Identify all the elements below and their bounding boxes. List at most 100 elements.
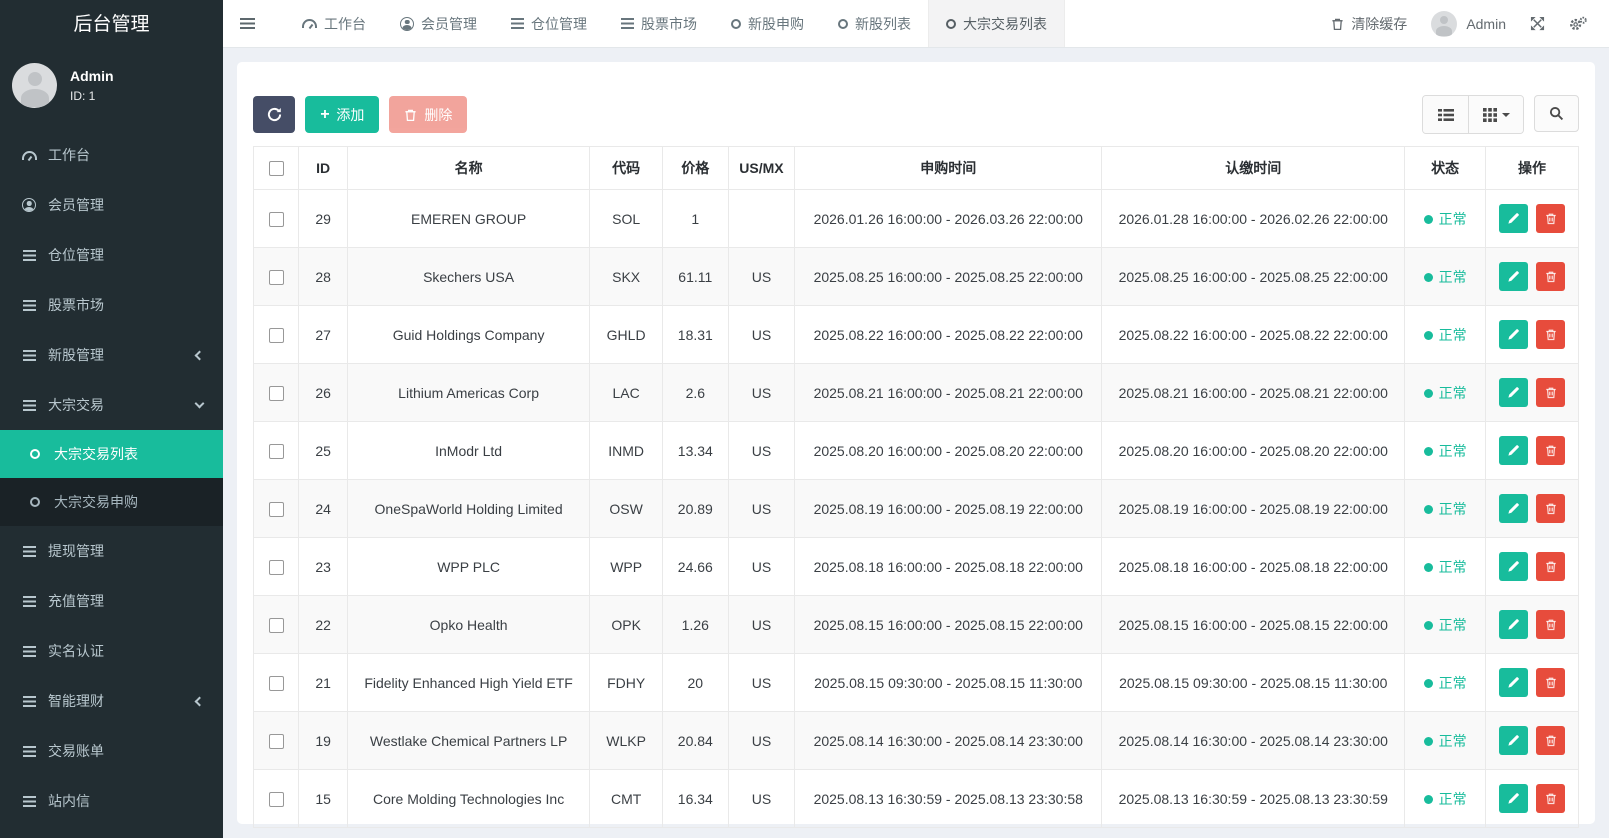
sidebar-menu-item[interactable]: 交易账单 [0,726,223,776]
row-checkbox[interactable] [269,502,284,517]
caret-down-icon [1502,113,1510,117]
edit-row-button[interactable] [1499,784,1528,813]
delete-button[interactable]: 删除 [389,96,467,133]
sidebar-menu-item[interactable]: 会员管理 [0,180,223,230]
topnav-tab[interactable]: 工作台 [285,0,383,47]
tab-icon [838,19,848,29]
delete-row-button[interactable] [1536,784,1565,813]
delete-row-button[interactable] [1536,726,1565,755]
delete-row-button[interactable] [1536,552,1565,581]
columns-dropdown-button[interactable] [1468,96,1523,133]
cell-actions [1486,422,1579,480]
search-button[interactable] [1534,95,1579,132]
navbar-right: 清除缓存 Admin [1331,0,1609,47]
tab-label: 新股申购 [748,14,804,34]
cell-market: US [728,480,795,538]
edit-row-button[interactable] [1499,320,1528,349]
delete-row-button[interactable] [1536,320,1565,349]
topnav-tab[interactable]: 股票市场 [604,0,714,47]
status-badge: 正常 [1439,559,1467,575]
cell-apply-time: 2025.08.15 09:30:00 - 2025.08.15 11:30:0… [795,654,1102,712]
settings-button[interactable] [1569,16,1587,32]
topnav-tab[interactable]: 会员管理 [383,0,494,47]
edit-row-button[interactable] [1499,552,1528,581]
sidebar-menu-item[interactable]: 充值管理 [0,576,223,626]
sidebar-menu-item[interactable]: 智能理财 [0,676,223,726]
sidebar-menu-item[interactable]: 大宗交易申购 [0,478,223,526]
menu-item-icon [23,350,36,361]
sidebar-menu-item[interactable]: 大宗交易列表 [0,430,223,478]
topnav-tab[interactable]: 大宗交易列表 [928,0,1065,47]
cell-pay-time: 2025.08.21 16:00:00 - 2025.08.21 22:00:0… [1102,364,1405,422]
tab-label: 会员管理 [421,14,477,34]
row-checkbox[interactable] [269,792,284,807]
cell-status: 正常 [1405,248,1486,306]
row-checkbox[interactable] [269,270,284,285]
edit-row-button[interactable] [1499,436,1528,465]
sidebar-menu-item[interactable]: 大宗交易 [0,380,223,430]
trash-icon [404,108,417,122]
table-toolbar: 添加 删除 [253,95,1579,134]
row-checkbox[interactable] [269,386,284,401]
cell-id: 28 [299,248,347,306]
edit-row-button[interactable] [1499,494,1528,523]
delete-row-button[interactable] [1536,378,1565,407]
menu-item-icon [23,646,36,657]
list-view-button[interactable] [1423,96,1468,133]
delete-row-button[interactable] [1536,668,1565,697]
edit-row-button[interactable] [1499,262,1528,291]
menu-item-icon [23,746,36,757]
row-checkbox[interactable] [269,618,284,633]
edit-row-button[interactable] [1499,726,1528,755]
sidebar-menu-item[interactable]: 新股管理 [0,330,223,380]
edit-row-button[interactable] [1499,668,1528,697]
delete-row-button[interactable] [1536,262,1565,291]
topnav-tab[interactable]: 新股列表 [821,0,928,47]
hamburger-icon [240,18,255,30]
delete-row-button[interactable] [1536,436,1565,465]
edit-row-button[interactable] [1499,204,1528,233]
menu-item-label: 新股管理 [48,345,104,365]
navbar-user-menu[interactable]: Admin [1431,11,1506,37]
row-checkbox[interactable] [269,676,284,691]
sidebar-toggle-button[interactable] [223,0,271,47]
cell-market: US [728,596,795,654]
delete-row-button[interactable] [1536,204,1565,233]
cell-actions [1486,190,1579,248]
cell-status: 正常 [1405,422,1486,480]
fullscreen-button[interactable] [1530,16,1545,31]
header-code: 代码 [590,147,663,190]
trash-icon [1545,212,1557,225]
sidebar-menu-item[interactable]: 股票市场 [0,280,223,330]
pencil-icon [1507,328,1520,341]
edit-row-button[interactable] [1499,378,1528,407]
sidebar-menu-item[interactable]: 实名认证 [0,626,223,676]
delete-row-button[interactable] [1536,494,1565,523]
sidebar-user-panel: Admin ID: 1 [0,50,223,126]
topnav-tab[interactable]: 仓位管理 [494,0,604,47]
select-all-checkbox[interactable] [269,161,284,176]
clear-cache-button[interactable]: 清除缓存 [1331,14,1407,34]
add-button[interactable]: 添加 [305,96,379,133]
row-checkbox[interactable] [269,328,284,343]
delete-row-button[interactable] [1536,610,1565,639]
row-checkbox[interactable] [269,212,284,227]
refresh-button[interactable] [253,96,295,133]
topnav-tab[interactable]: 新股申购 [714,0,821,47]
status-badge: 正常 [1439,733,1467,749]
sidebar-menu-item[interactable]: 站内信 [0,776,223,826]
header-pay-time: 认缴时间 [1102,147,1405,190]
view-toggle-group [1422,95,1524,134]
status-dot-icon [1424,331,1433,340]
edit-row-button[interactable] [1499,610,1528,639]
sidebar-menu-item[interactable]: 提现管理 [0,526,223,576]
row-checkbox[interactable] [269,444,284,459]
sidebar-menu-item[interactable]: 仓位管理 [0,230,223,280]
row-checkbox[interactable] [269,734,284,749]
menu-item-icon [30,497,40,507]
cell-status: 正常 [1405,654,1486,712]
row-checkbox[interactable] [269,560,284,575]
search-icon [1549,106,1564,121]
status-dot-icon [1424,389,1433,398]
sidebar-menu-item[interactable]: 工作台 [0,130,223,180]
